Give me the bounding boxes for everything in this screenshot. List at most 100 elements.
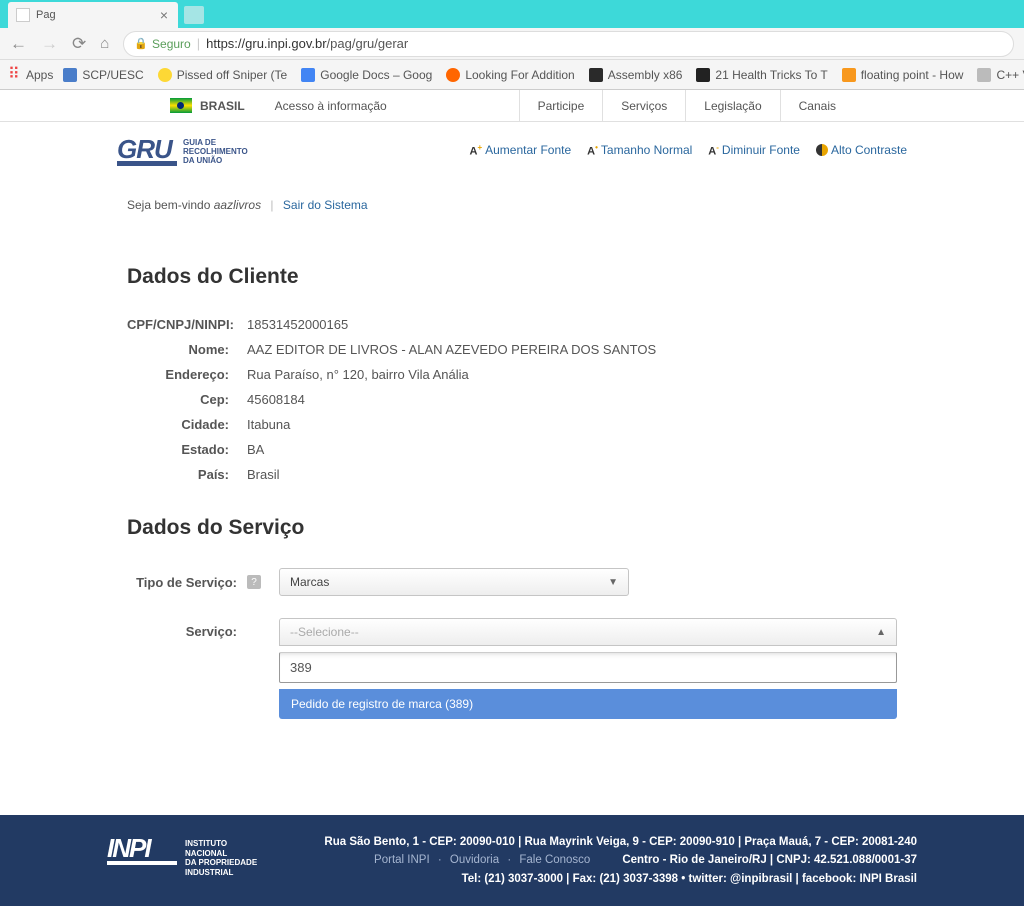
home-button[interactable]: ⌂ — [100, 35, 109, 52]
bookmark-icon — [301, 68, 315, 82]
gov-link-participe[interactable]: Participe — [519, 90, 603, 122]
footer-address: Rua São Bento, 1 - CEP: 20090-010 | Rua … — [324, 836, 917, 848]
gov-link-legislacao[interactable]: Legislação — [685, 90, 779, 122]
font-plus-icon: A+ — [469, 143, 482, 158]
tipo-servico-value: Marcas — [290, 575, 329, 589]
url-path: /pag/gru/gerar — [327, 36, 409, 51]
value-cidade: Itabuna — [247, 417, 290, 432]
bookmark-item[interactable]: floating point - How — [842, 68, 964, 82]
bookmark-item[interactable]: Pissed off Sniper (Te — [158, 68, 288, 82]
bookmarks-bar: Apps SCP/UESC Pissed off Sniper (Te Goog… — [0, 60, 1024, 90]
tab-title: Pag — [36, 9, 158, 21]
gov-bar: BRASIL Acesso à informação Participe Ser… — [0, 90, 1024, 122]
bookmark-item[interactable]: 21 Health Tricks To T — [696, 68, 827, 82]
back-button[interactable]: ← — [10, 34, 27, 54]
label-estado: Estado: — [127, 442, 247, 457]
welcome-user: aazlivros — [214, 198, 261, 212]
bookmark-item[interactable]: Google Docs – Goog — [301, 68, 432, 82]
inpi-subtext: INSTITUTO NACIONAL DA PROPRIEDADE INDUST… — [185, 839, 257, 877]
gov-info-link[interactable]: Acesso à informação — [275, 99, 387, 113]
page-icon — [16, 8, 30, 22]
gov-link-servicos[interactable]: Serviços — [602, 90, 685, 122]
address-field[interactable]: 🔒 Seguro | https://gru.inpi.gov.br/pag/g… — [123, 31, 1014, 57]
new-tab-button[interactable] — [184, 6, 204, 24]
footer-link-ouvidoria[interactable]: Ouvidoria — [450, 854, 499, 866]
bookmark-icon — [158, 68, 172, 82]
welcome-prefix: Seja bem-vindo — [127, 198, 214, 212]
footer: INPI INSTITUTO NACIONAL DA PROPRIEDADE I… — [0, 815, 1024, 906]
increase-font-button[interactable]: A+ Aumentar Fonte — [469, 143, 571, 158]
secure-label: Seguro — [152, 37, 191, 51]
footer-info: Rua São Bento, 1 - CEP: 20090-010 | Rua … — [324, 833, 917, 888]
page-container: GRU GUIA DE RECOLHIMENTO DA UNIÃO A+ Aum… — [97, 122, 927, 781]
label-cep: Cep: — [127, 392, 247, 407]
apps-icon — [8, 68, 22, 82]
decrease-font-button[interactable]: A- Diminuir Fonte — [708, 143, 800, 158]
value-pais: Brasil — [247, 467, 280, 482]
footer-city: Centro - Rio de Janeiro/RJ | CNPJ: 42.52… — [622, 854, 917, 866]
welcome-row: Seja bem-vindo aazlivros | Sair do Siste… — [127, 188, 897, 231]
bookmark-item[interactable]: SCP/UESC — [63, 68, 143, 82]
value-estado: BA — [247, 442, 264, 457]
gov-link-canais[interactable]: Canais — [780, 90, 854, 122]
bookmark-icon — [446, 68, 460, 82]
client-section-title: Dados do Cliente — [127, 265, 897, 289]
lock-icon: 🔒 — [134, 37, 148, 50]
gov-right-nav: Participe Serviços Legislação Canais — [519, 90, 854, 122]
browser-tab[interactable]: Pag × — [8, 2, 178, 28]
bookmark-icon — [589, 68, 603, 82]
bookmark-item[interactable]: Looking For Addition — [446, 68, 574, 82]
bookmark-item[interactable]: C++ Variables — [977, 68, 1024, 82]
page-header: GRU GUIA DE RECOLHIMENTO DA UNIÃO A+ Aum… — [97, 122, 927, 178]
data-row-cidade: Cidade: Itabuna — [127, 417, 897, 432]
chevron-down-icon: ▼ — [608, 577, 618, 588]
help-icon[interactable]: ? — [247, 575, 261, 589]
data-row-estado: Estado: BA — [127, 442, 897, 457]
high-contrast-button[interactable]: Alto Contraste — [816, 143, 907, 157]
form-row-tipo: Tipo de Serviço: ? Marcas ▼ — [127, 568, 897, 596]
brasil-flag-icon — [170, 98, 192, 113]
label-cpf: CPF/CNPJ/NINPI: — [127, 317, 247, 332]
url-divider: | — [197, 36, 200, 51]
label-tipo-servico: Tipo de Serviço: — [127, 575, 247, 590]
label-servico: Serviço: — [127, 618, 247, 639]
logo-subtext: GUIA DE RECOLHIMENTO DA UNIÃO — [183, 139, 248, 165]
apps-button[interactable]: Apps — [8, 68, 53, 82]
data-row-cpf: CPF/CNPJ/NINPI: 18531452000165 — [127, 317, 897, 332]
inpi-logo[interactable]: INPI INSTITUTO NACIONAL DA PROPRIEDADE I… — [107, 833, 257, 877]
reload-button[interactable]: ⟳ — [72, 34, 86, 54]
contrast-icon — [816, 144, 828, 156]
footer-link-portal[interactable]: Portal INPI — [374, 854, 430, 866]
tipo-servico-select[interactable]: Marcas ▼ — [279, 568, 629, 596]
label-endereco: Endereço: — [127, 367, 247, 382]
close-tab-icon[interactable]: × — [158, 7, 170, 23]
browser-tabs-bar: Pag × — [0, 0, 1024, 28]
value-nome: AAZ EDITOR DE LIVROS - ALAN AZEVEDO PERE… — [247, 342, 656, 357]
gru-logo[interactable]: GRU GUIA DE RECOLHIMENTO DA UNIÃO — [117, 134, 248, 166]
servico-option[interactable]: Pedido de registro de marca (389) — [279, 689, 897, 719]
forward-button[interactable]: → — [41, 34, 58, 54]
logo-mark: GRU — [117, 134, 177, 166]
brasil-label[interactable]: BRASIL — [200, 99, 245, 113]
data-row-endereco: Endereço: Rua Paraíso, n° 120, bairro Vi… — [127, 367, 897, 382]
value-cpf: 18531452000165 — [247, 317, 348, 332]
font-minus-icon: A- — [708, 143, 719, 158]
bookmark-item[interactable]: Assembly x86 — [589, 68, 683, 82]
url-host: https://gru.inpi.gov.br — [206, 36, 326, 51]
logout-link[interactable]: Sair do Sistema — [283, 198, 368, 212]
normal-font-button[interactable]: A• Tamanho Normal — [587, 143, 692, 158]
data-row-nome: Nome: AAZ EDITOR DE LIVROS - ALAN AZEVED… — [127, 342, 897, 357]
value-cep: 45608184 — [247, 392, 305, 407]
font-normal-icon: A• — [587, 143, 598, 158]
footer-inner: INPI INSTITUTO NACIONAL DA PROPRIEDADE I… — [97, 833, 927, 888]
footer-link-fale[interactable]: Fale Conosco — [519, 854, 590, 866]
servico-select-header[interactable]: --Selecione-- ▲ — [279, 618, 897, 646]
servico-search-input[interactable] — [290, 660, 886, 675]
label-nome: Nome: — [127, 342, 247, 357]
label-pais: País: — [127, 467, 247, 482]
data-row-pais: País: Brasil — [127, 467, 897, 482]
bookmark-icon — [842, 68, 856, 82]
apps-label: Apps — [26, 68, 53, 82]
header-actions: A+ Aumentar Fonte A• Tamanho Normal A- D… — [469, 143, 907, 158]
bookmark-icon — [696, 68, 710, 82]
